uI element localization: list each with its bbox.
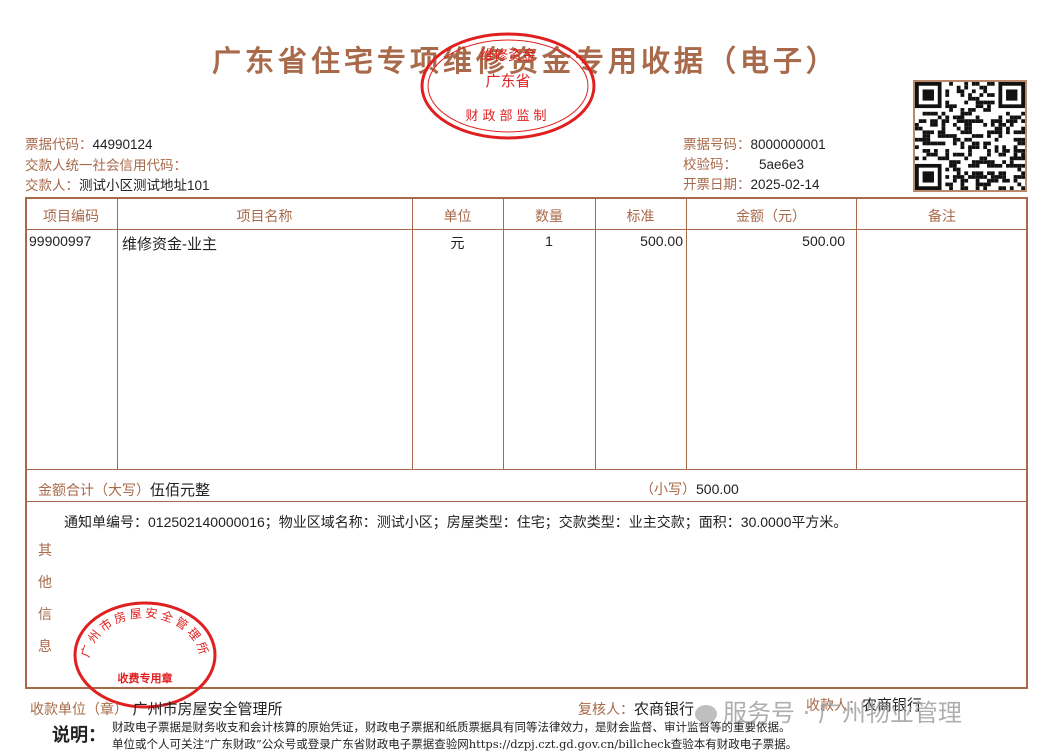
payer-credit-row: 交款人统一社会信用代码： [25,154,187,174]
wechat-watermark: 服务号 · 广州物业管理 [695,693,962,728]
total-upper-label: 金额合计（大写） [38,483,150,499]
wechat-icon [695,705,717,723]
row-quantity: 1 [545,233,553,249]
row-item-name: 维修资金-业主 [122,236,217,253]
other-info-label-char: 其 [38,543,52,559]
notes-line-1: 财政电子票据是财务收支和会计核算的原始凭证，财政电子票据和纸质票据具有同等法律效… [112,720,791,734]
header-amount: 金额（元） [736,209,806,225]
other-info-label: 其他信息 [38,535,52,663]
row-standard: 500.00 [640,233,683,249]
collecting-unit-value: 广州市房屋安全管理所 [132,701,283,718]
header-unit: 单位 [443,209,472,225]
receipt-code-label: 票据代码： [25,137,93,153]
qr-code [913,80,1027,192]
row-amount: 500.00 [802,233,845,249]
collecting-unit-row: 收款单位（章） 广州市房屋安全管理所 [30,698,282,719]
header-item-code: 项目编码 [43,209,99,225]
receipt-table-frame [25,197,1028,689]
payer-row: 交款人：测试小区测试地址101 [25,174,210,194]
total-bottom-divider [25,501,1028,502]
collecting-unit-label: 收款单位（章） [30,702,128,718]
issue-date-label: 开票日期： [683,177,751,193]
col-divider-1 [117,197,118,469]
total-upper-value: 伍佰元整 [150,481,211,499]
other-info-label-char: 他 [38,575,52,591]
other-info-text: 通知单编号：012502140000016；物业区域名称：测试小区；房屋类型：住… [64,514,848,530]
header-divider [25,229,1028,230]
qr-code-pattern [915,82,1025,190]
watermark-text: 服务号 · 广州物业管理 [723,699,962,727]
col-divider-6 [856,197,857,469]
check-code-label: 校验码： [683,157,737,173]
receipt-code-value: 44990124 [92,137,153,152]
receipt-number-value: 8000000001 [750,137,826,152]
reviewer-value: 农商银行 [634,701,695,718]
row-unit: 元 [450,235,465,251]
total-lower-label: （小写） [640,482,696,498]
stamp-top-ministry: 财政部监制 [465,109,550,124]
row-item-code: 99900997 [29,233,92,249]
receipt-title: 广东省住宅专项维修资金专用收据（电子） [211,44,839,78]
receipt-code-row: 票据代码：44990124 [25,133,153,153]
reviewer-row: 复核人：农商银行 [578,698,694,719]
total-upper-row: 金额合计（大写）伍佰元整 [38,479,210,500]
payer-label: 交款人： [25,178,79,194]
receipt-number-label: 票据号码： [683,137,751,153]
notes-label: 说明： [52,725,106,746]
header-remark: 备注 [928,209,956,225]
other-info-label-char: 息 [38,639,52,655]
header-standard: 标准 [626,209,655,225]
payer-credit-label: 交款人统一社会信用代码： [25,158,187,174]
receipt-number-row: 票据号码：8000000001 [683,133,826,153]
items-bottom-divider [25,469,1028,470]
check-code-row: 校验码： 5ae6e3 [683,153,804,173]
notes-line-2: 单位或个人可关注“广东财政”公众号或登录广东省财政电子票据查验网https://… [112,737,798,751]
header-quantity: 数量 [535,209,563,225]
total-lower-value: 500.00 [696,481,739,497]
check-code-value: 5ae6e3 [759,157,805,172]
total-lower-row: （小写）500.00 [640,479,739,499]
payer-value: 测试小区测试地址101 [79,178,210,193]
issue-date-value: 2025-02-14 [750,177,820,192]
issue-date-row: 开票日期：2025-02-14 [683,173,820,193]
header-item-name: 项目名称 [236,209,293,225]
other-info-label-char: 信 [38,607,52,623]
reviewer-label: 复核人： [578,702,634,718]
